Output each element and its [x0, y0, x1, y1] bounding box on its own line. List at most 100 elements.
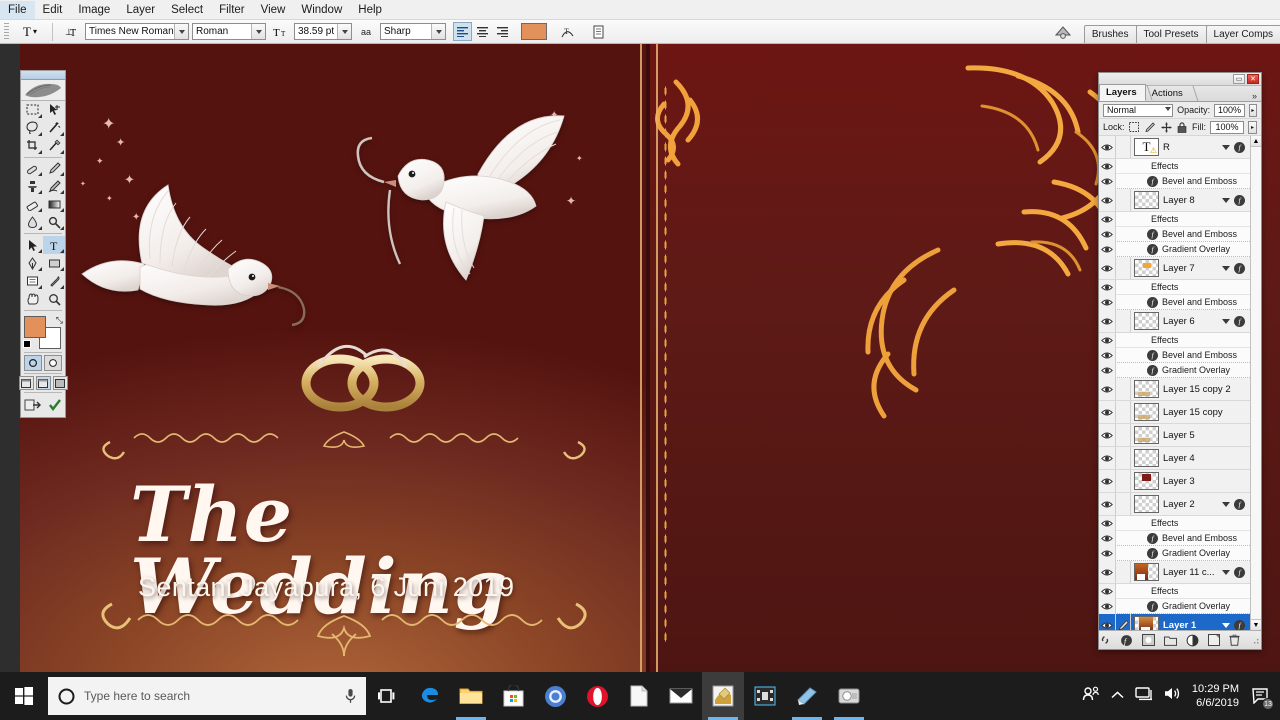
- file-explorer-icon[interactable]: [450, 672, 492, 720]
- layer-visibility-icon[interactable]: [1099, 401, 1116, 423]
- dodge-tool[interactable]: [43, 213, 65, 231]
- effect-row[interactable]: f Bevel and Emboss: [1099, 173, 1250, 189]
- layer-row[interactable]: Layer 15 copy 2: [1099, 378, 1250, 401]
- align-right-button[interactable]: [493, 22, 512, 41]
- menu-item-image[interactable]: Image: [70, 1, 118, 19]
- effect-row[interactable]: f Gradient Overlay: [1099, 598, 1250, 614]
- effect-visibility-icon[interactable]: [1099, 226, 1116, 242]
- lasso-tool[interactable]: [21, 119, 43, 137]
- palette-tab-tool-presets[interactable]: Tool Presets: [1135, 24, 1207, 43]
- panel-resize-grip[interactable]: [1250, 634, 1262, 647]
- foreground-color-swatch[interactable]: [24, 316, 46, 339]
- opera-browser-icon[interactable]: [576, 672, 618, 720]
- effect-visibility-icon[interactable]: [1099, 173, 1116, 189]
- font-family-select[interactable]: Times New Roman...: [85, 23, 189, 40]
- expand-effects-icon[interactable]: [1222, 622, 1230, 628]
- effects-visibility-icon[interactable]: [1099, 515, 1116, 531]
- layer-visibility-icon[interactable]: [1099, 257, 1116, 279]
- align-left-button[interactable]: [453, 22, 472, 41]
- layer-row[interactable]: Layer 5: [1099, 424, 1250, 447]
- text-orientation-icon[interactable]: ⊥ T: [60, 22, 82, 42]
- expand-effects-icon[interactable]: [1222, 265, 1230, 271]
- layer-link-cell[interactable]: [1116, 257, 1131, 279]
- layer-visibility-icon[interactable]: [1099, 424, 1116, 446]
- tab-actions[interactable]: Actions: [1146, 86, 1191, 101]
- toolbox-drag-handle[interactable]: [21, 71, 65, 81]
- marquee-tool[interactable]: [21, 101, 43, 119]
- expand-effects-icon[interactable]: [1222, 501, 1230, 507]
- layer-row[interactable]: Layer 15 copy: [1099, 401, 1250, 424]
- effect-row[interactable]: f Gradient Overlay: [1099, 545, 1250, 561]
- layer-row[interactable]: Layer 1 f: [1099, 614, 1250, 630]
- layer-style-icon[interactable]: f: [1234, 141, 1245, 153]
- search-input[interactable]: Type here to search: [48, 677, 366, 715]
- layer-visibility-icon[interactable]: [1099, 493, 1116, 515]
- current-tool-type-icon[interactable]: T ▾: [15, 22, 45, 42]
- default-colors-icon[interactable]: [23, 340, 31, 349]
- chevron-down-icon[interactable]: [174, 24, 188, 39]
- task-view-icon[interactable]: [366, 672, 408, 720]
- layer-row[interactable]: Layer 2 f: [1099, 493, 1250, 516]
- network-icon[interactable]: [1135, 686, 1153, 706]
- notes-tool[interactable]: [21, 272, 43, 290]
- blend-mode-select[interactable]: Normal: [1103, 103, 1174, 117]
- layer-row[interactable]: Layer 6 f: [1099, 310, 1250, 333]
- chevron-down-icon[interactable]: [431, 24, 445, 39]
- history-brush-tool[interactable]: [43, 177, 65, 195]
- align-center-button[interactable]: [473, 22, 492, 41]
- standard-mask-mode-button[interactable]: [24, 355, 42, 372]
- layer-row[interactable]: Layer 7 f: [1099, 257, 1250, 280]
- new-adjustment-layer-icon[interactable]: [1186, 634, 1199, 647]
- fill-stepper[interactable]: ▸: [1248, 120, 1257, 134]
- layer-style-icon[interactable]: f: [1234, 262, 1245, 274]
- hand-tool[interactable]: [21, 290, 43, 308]
- layer-style-icon[interactable]: f: [1234, 619, 1245, 630]
- text-color-swatch[interactable]: [521, 23, 547, 40]
- layer-link-cell[interactable]: [1116, 136, 1131, 158]
- warp-text-icon[interactable]: T: [556, 22, 578, 42]
- chrome-browser-icon[interactable]: [534, 672, 576, 720]
- fullscreen-menubar-mode-button[interactable]: [35, 376, 51, 391]
- gradient-tool[interactable]: [43, 195, 65, 213]
- effect-row[interactable]: f Bevel and Emboss: [1099, 530, 1250, 546]
- lock-transparent-pixels-icon[interactable]: [1129, 122, 1140, 133]
- effect-visibility-icon[interactable]: [1099, 545, 1116, 561]
- layer-visibility-icon[interactable]: [1099, 447, 1116, 469]
- path-selection-tool[interactable]: [21, 236, 43, 254]
- lock-image-pixels-icon[interactable]: [1145, 122, 1156, 133]
- effects-visibility-icon[interactable]: [1099, 279, 1116, 295]
- effect-row[interactable]: f Bevel and Emboss: [1099, 226, 1250, 242]
- notification-center-icon[interactable]: 13: [1250, 685, 1274, 710]
- lock-all-icon[interactable]: [1177, 121, 1188, 133]
- media-app-icon[interactable]: [828, 672, 870, 720]
- menu-item-filter[interactable]: Filter: [211, 1, 253, 19]
- pen-tool[interactable]: [21, 254, 43, 272]
- notes-app-icon[interactable]: [786, 672, 828, 720]
- expand-effects-icon[interactable]: [1222, 318, 1230, 324]
- antialias-select[interactable]: Sharp: [380, 23, 446, 40]
- menu-item-edit[interactable]: Edit: [35, 1, 71, 19]
- canvas-area[interactable]: ✦ ✦ ✦ ✦ ✦ ✦ ✦ ✦ ✦ ✦: [0, 44, 1280, 672]
- layer-link-cell[interactable]: [1116, 561, 1131, 583]
- volume-icon[interactable]: [1164, 686, 1181, 706]
- new-layer-icon[interactable]: [1208, 634, 1220, 647]
- standard-screen-mode-button[interactable]: [18, 376, 34, 391]
- start-button[interactable]: [0, 672, 48, 720]
- layer-visibility-icon[interactable]: [1099, 378, 1116, 400]
- bridge-icon[interactable]: [1048, 22, 1078, 42]
- effect-visibility-icon[interactable]: [1099, 347, 1116, 363]
- lock-position-icon[interactable]: [1161, 122, 1172, 133]
- fill-input[interactable]: 100%: [1210, 120, 1244, 134]
- effect-visibility-icon[interactable]: [1099, 362, 1116, 378]
- expand-effects-icon[interactable]: [1222, 197, 1230, 203]
- new-group-icon[interactable]: [1164, 634, 1177, 647]
- effect-row[interactable]: f Gradient Overlay: [1099, 362, 1250, 378]
- layer-link-cell[interactable]: [1116, 378, 1131, 400]
- crop-tool[interactable]: [21, 137, 43, 155]
- layer-style-icon[interactable]: f: [1234, 194, 1245, 206]
- magic-wand-tool[interactable]: [43, 119, 65, 137]
- minimize-icon[interactable]: ▭: [1233, 74, 1245, 84]
- document-icon[interactable]: [618, 672, 660, 720]
- layer-link-cell[interactable]: [1116, 310, 1131, 332]
- layer-row[interactable]: Layer 3: [1099, 470, 1250, 493]
